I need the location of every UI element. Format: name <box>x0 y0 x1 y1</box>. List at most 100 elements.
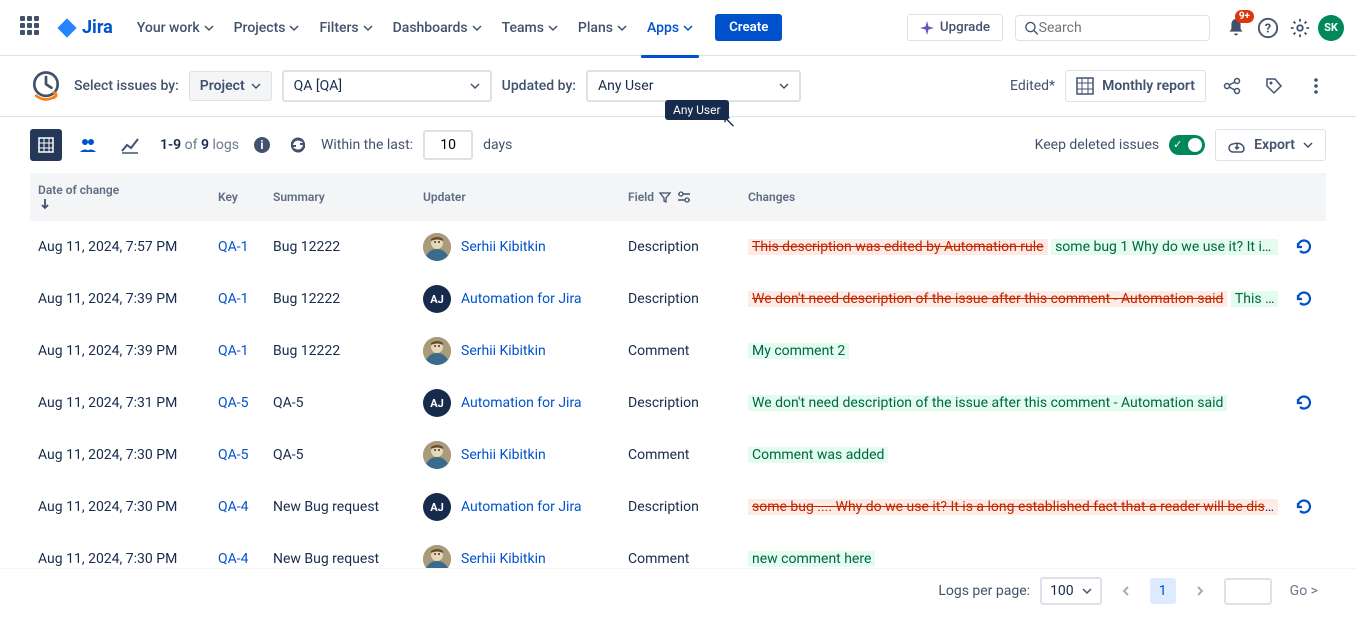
avatar <box>423 233 451 261</box>
table-row: Aug 11, 2024, 7:39 PM QA-1 Bug 12222 Ser… <box>30 325 1326 377</box>
updater-link[interactable]: Automation for Jira <box>461 499 582 515</box>
view-chart-button[interactable] <box>114 129 146 161</box>
table: Date of change Key Summary Updater Field… <box>0 173 1356 568</box>
cell-changes: This description was edited by Automatio… <box>748 239 1278 255</box>
upgrade-button[interactable]: Upgrade <box>907 14 1003 41</box>
updater-link[interactable]: Automation for Jira <box>461 395 582 411</box>
search-input[interactable] <box>1015 15 1210 41</box>
cell-field: Comment <box>620 325 740 377</box>
profile-avatar[interactable]: SK <box>1318 15 1344 41</box>
restore-icon[interactable] <box>1294 237 1318 257</box>
svg-text:?: ? <box>1265 21 1271 36</box>
cell-summary: QA-5 <box>265 377 415 429</box>
app-switcher-icon[interactable] <box>20 16 44 40</box>
change-added: Comment was added <box>748 447 888 463</box>
issue-key-link[interactable]: QA-4 <box>218 499 249 515</box>
table-row: Aug 11, 2024, 7:30 PM QA-4 New Bug reque… <box>30 533 1326 568</box>
keep-deleted-toggle[interactable]: ✓ <box>1169 135 1205 155</box>
project-value-select[interactable]: QA [QA] <box>282 70 492 102</box>
change-added: My comment 2 <box>748 343 849 359</box>
change-added: some bug 1 Why do we use it? It is … <box>1051 239 1278 255</box>
tag-icon[interactable] <box>1258 70 1290 102</box>
nav-plans[interactable]: Plans <box>570 14 635 42</box>
export-button[interactable]: Export <box>1215 129 1326 161</box>
days-input[interactable] <box>423 130 473 160</box>
select-issues-label: Select issues by: <box>74 78 179 94</box>
avatar <box>423 337 451 365</box>
page-number[interactable]: 1 <box>1150 578 1176 604</box>
view-people-button[interactable] <box>72 129 104 161</box>
project-selector[interactable]: Project <box>189 71 272 101</box>
issue-key-link[interactable]: QA-1 <box>218 291 249 307</box>
info-icon[interactable]: i <box>249 132 275 158</box>
th-changes[interactable]: Changes <box>740 173 1286 221</box>
restore-icon[interactable] <box>1294 393 1318 413</box>
nav-projects[interactable]: Projects <box>226 14 308 42</box>
issue-key-link[interactable]: QA-1 <box>218 239 249 255</box>
controls-bar: 1-9 of 9 logs i Within the last: days Ke… <box>0 117 1356 173</box>
issue-key-link[interactable]: QA-1 <box>218 343 249 359</box>
view-table-button[interactable] <box>30 129 62 161</box>
nav-dashboards[interactable]: Dashboards <box>385 14 490 42</box>
per-page-select[interactable]: 100 <box>1040 577 1102 605</box>
jira-mark-icon <box>56 17 78 39</box>
cell-summary: New Bug request <box>265 533 415 568</box>
jira-logo[interactable]: Jira <box>56 17 113 39</box>
share-icon[interactable] <box>1216 70 1248 102</box>
change-added: This d… <box>1231 291 1278 307</box>
restore-icon[interactable] <box>1294 497 1318 517</box>
cell-date: Aug 11, 2024, 7:30 PM <box>30 481 210 533</box>
jira-logo-text: Jira <box>82 17 113 38</box>
updater-link[interactable]: Serhii Kibitkin <box>461 239 546 255</box>
refresh-icon[interactable] <box>285 132 311 158</box>
updater-link[interactable]: Serhii Kibitkin <box>461 343 546 359</box>
help-icon[interactable]: ? <box>1254 14 1282 42</box>
updater-link[interactable]: Automation for Jira <box>461 291 582 307</box>
table-row: Aug 11, 2024, 7:31 PM QA-5 QA-5 AJAutoma… <box>30 377 1326 429</box>
avatar: AJ <box>423 493 451 521</box>
nav-filters[interactable]: Filters <box>311 14 380 42</box>
table-row: Aug 11, 2024, 7:57 PM QA-1 Bug 12222 Ser… <box>30 221 1326 273</box>
svg-text:i: i <box>260 138 263 152</box>
updated-by-select[interactable]: Any User <box>586 70 801 102</box>
cell-field: Description <box>620 377 740 429</box>
notifications-icon[interactable]: 9+ <box>1222 14 1250 42</box>
prev-page[interactable] <box>1112 577 1140 605</box>
cell-changes: new comment here <box>748 551 1278 567</box>
results-count: 1-9 of 9 logs <box>160 137 239 153</box>
sliders-icon[interactable] <box>676 190 692 204</box>
restore-icon[interactable] <box>1294 289 1318 309</box>
issue-key-link[interactable]: QA-4 <box>218 551 249 567</box>
cell-field: Description <box>620 273 740 325</box>
cell-field: Description <box>620 221 740 273</box>
updater-link[interactable]: Serhii Kibitkin <box>461 551 546 567</box>
issue-key-link[interactable]: QA-5 <box>218 395 249 411</box>
cell-summary: QA-5 <box>265 429 415 481</box>
cell-date: Aug 11, 2024, 7:57 PM <box>30 221 210 273</box>
nav-apps[interactable]: Apps <box>639 14 701 42</box>
avatar: AJ <box>423 389 451 417</box>
th-date[interactable]: Date of change <box>30 173 210 221</box>
nav-your-work[interactable]: Your work <box>129 14 222 42</box>
table-row: Aug 11, 2024, 7:30 PM QA-4 New Bug reque… <box>30 481 1326 533</box>
th-updater[interactable]: Updater <box>415 173 620 221</box>
settings-icon[interactable] <box>1286 14 1314 42</box>
filter-icon[interactable] <box>658 190 672 204</box>
cell-changes: some bug .... Why do we use it? It is a … <box>748 499 1278 515</box>
th-summary[interactable]: Summary <box>265 173 415 221</box>
updater-link[interactable]: Serhii Kibitkin <box>461 447 546 463</box>
issue-key-link[interactable]: QA-5 <box>218 447 249 463</box>
more-icon[interactable] <box>1300 70 1332 102</box>
go-button[interactable]: Go > <box>1282 579 1326 603</box>
report-selector[interactable]: Monthly report <box>1065 70 1206 102</box>
page-input[interactable] <box>1224 578 1272 605</box>
th-field[interactable]: Field <box>620 173 740 221</box>
tooltip: Any User <box>665 100 729 120</box>
sort-down-icon <box>38 197 202 211</box>
nav-teams[interactable]: Teams <box>494 14 566 42</box>
cell-changes: We don't need description of the issue a… <box>748 291 1278 307</box>
create-button[interactable]: Create <box>715 14 782 41</box>
cell-date: Aug 11, 2024, 7:39 PM <box>30 325 210 377</box>
th-key[interactable]: Key <box>210 173 265 221</box>
next-page[interactable] <box>1186 577 1214 605</box>
